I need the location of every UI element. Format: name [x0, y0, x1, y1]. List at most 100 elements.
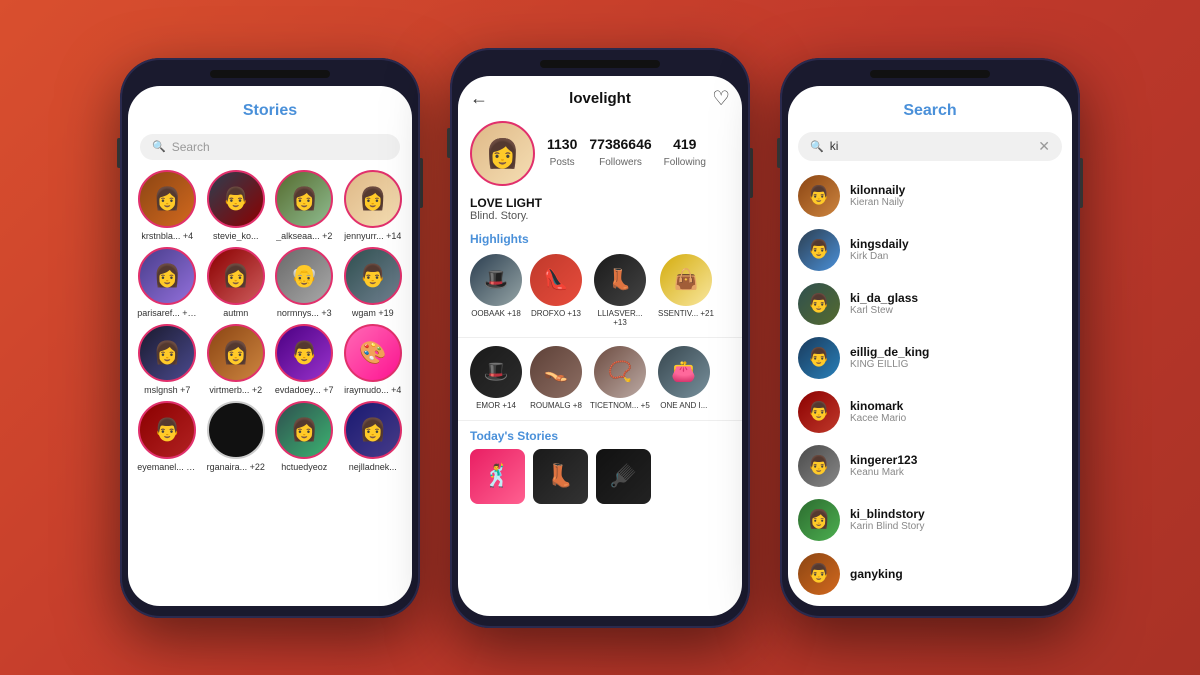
- result-username: ki_da_glass: [850, 291, 918, 305]
- stat-following: 419 Following: [664, 136, 706, 170]
- story-item[interactable]: 👩 parisaref... +40: [136, 247, 199, 318]
- search-result[interactable]: 👨 kilonnaily Kieran Naily: [788, 169, 1072, 223]
- result-info: ki_da_glass Karl Stew: [850, 291, 918, 316]
- heart-icon[interactable]: ♡: [712, 86, 730, 111]
- result-name: Karin Blind Story: [850, 521, 925, 532]
- story-item[interactable]: 🎨 iraymudo... +4: [342, 324, 405, 395]
- result-name: Karl Stew: [850, 305, 918, 316]
- highlight-circle: 🎩: [470, 254, 522, 306]
- story-avatar: 👨: [207, 170, 265, 228]
- screen-left: Stories 🔍 Search 👩 krstnbla... +4 👨 stev…: [128, 86, 412, 606]
- story-item[interactable]: 👨 wgam +19: [342, 247, 405, 318]
- story-avatar: 👩: [207, 324, 265, 382]
- story-avatar: 👩: [207, 247, 265, 305]
- search-icon: 🔍: [810, 140, 824, 153]
- search-result[interactable]: 👩 ki_blindstory Karin Blind Story: [788, 493, 1072, 547]
- search-result[interactable]: 👨 ki_da_glass Karl Stew: [788, 277, 1072, 331]
- search-result[interactable]: 👨 kingsdaily Kirk Dan: [788, 223, 1072, 277]
- highlight-item[interactable]: 📿 TICETNOM... +5: [590, 346, 650, 410]
- today-story-item[interactable]: 🪮: [596, 449, 651, 504]
- story-item[interactable]: 👨 evdadoey... +7: [273, 324, 336, 395]
- profile-avatar: 👩: [470, 121, 535, 186]
- today-story-item[interactable]: 🕺: [470, 449, 525, 504]
- result-username: eillig_de_king: [850, 345, 929, 359]
- story-item[interactable]: 👨 stevie_ko...: [205, 170, 268, 241]
- story-avatar: 👩: [275, 401, 333, 459]
- story-avatar: 👨: [344, 247, 402, 305]
- result-name: Kirk Dan: [850, 251, 909, 262]
- highlight-item[interactable]: 👢 LLIASVER... +13: [590, 254, 650, 327]
- highlight-label: DROFXO +13: [531, 309, 581, 318]
- result-info: ki_blindstory Karin Blind Story: [850, 507, 925, 532]
- phones-container: Stories 🔍 Search 👩 krstnbla... +4 👨 stev…: [100, 28, 1100, 648]
- story-item[interactable]: 👩 mslgnsh +7: [136, 324, 199, 395]
- divider-2: [458, 420, 742, 421]
- story-item[interactable]: 👨 eyemanel... +12: [136, 401, 199, 472]
- profile-header: ← lovelight ♡: [458, 76, 742, 115]
- phone-top-bar-right: [870, 70, 990, 78]
- stat-posts: 1130 Posts: [547, 136, 577, 170]
- story-label: mslgnsh +7: [144, 385, 190, 395]
- search-result[interactable]: 👨 ganyking: [788, 547, 1072, 601]
- search-query-text: ki: [830, 139, 839, 153]
- highlight-item[interactable]: 🎩 EMOR +14: [470, 346, 522, 410]
- result-avatar: 👨: [798, 175, 840, 217]
- highlight-item[interactable]: 👛 ONE AND I...: [658, 346, 710, 410]
- story-label: jennyurr... +14: [344, 231, 401, 241]
- result-username: kingerer123: [850, 453, 917, 467]
- back-arrow-icon[interactable]: ←: [470, 88, 488, 109]
- search-result[interactable]: 👨 kingerer123 Keanu Mark: [788, 439, 1072, 493]
- today-story-item[interactable]: 👢: [533, 449, 588, 504]
- highlight-label: TICETNOM... +5: [590, 401, 650, 410]
- search-icon: 🔍: [152, 140, 166, 153]
- result-name: Kacee Mario: [850, 413, 906, 424]
- posts-count: 1130: [547, 136, 577, 152]
- story-item[interactable]: 👩 jennyurr... +14: [342, 170, 405, 241]
- search-result[interactable]: 👨 eillig_de_king KING EILLIG: [788, 331, 1072, 385]
- second-highlights-section: 🎩 EMOR +14 👡 ROUMALG +8 📿 TICETNOM... +5…: [458, 342, 742, 416]
- search-input-bar[interactable]: 🔍 ki ✕: [798, 132, 1062, 161]
- story-item[interactable]: 👩 krstnbla... +4: [136, 170, 199, 241]
- stories-search-bar[interactable]: 🔍 Search: [140, 134, 400, 160]
- story-item[interactable]: rganaira... +22: [205, 401, 268, 472]
- result-avatar: 👨: [798, 337, 840, 379]
- story-item[interactable]: 👩 hctuedyeoz: [273, 401, 336, 472]
- story-avatar: [207, 401, 265, 459]
- result-info: kinomark Kacee Mario: [850, 399, 906, 424]
- result-avatar: 👩: [798, 499, 840, 541]
- story-label: stevie_ko...: [213, 231, 259, 241]
- phone-right: Search 🔍 ki ✕ 👨 kilonnaily Kieran Naily …: [780, 58, 1080, 618]
- highlight-item[interactable]: 🎩 OOBAAK +18: [470, 254, 522, 327]
- search-title: Search: [903, 102, 956, 119]
- result-username: kinomark: [850, 399, 906, 413]
- story-avatar: 👩: [344, 401, 402, 459]
- result-name: Kieran Naily: [850, 197, 905, 208]
- todays-stories-title: Today's Stories: [458, 425, 742, 449]
- highlights-title: Highlights: [470, 232, 730, 246]
- story-item[interactable]: 👩 autmn: [205, 247, 268, 318]
- result-username: ganyking: [850, 567, 903, 581]
- following-label: Following: [664, 157, 706, 168]
- highlight-item[interactable]: 👠 DROFXO +13: [530, 254, 582, 327]
- story-item[interactable]: 👩 virtmerb... +2: [205, 324, 268, 395]
- result-avatar: 👨: [798, 553, 840, 595]
- screen-right: Search 🔍 ki ✕ 👨 kilonnaily Kieran Naily …: [788, 86, 1072, 606]
- search-result[interactable]: 👨 kinomark Kacee Mario: [788, 385, 1072, 439]
- story-item[interactable]: 👩 nejlladnek...: [342, 401, 405, 472]
- screen-center: ← lovelight ♡ 👩 1130 Posts 77386646 Foll…: [458, 76, 742, 616]
- divider: [458, 337, 742, 338]
- story-item[interactable]: 👩 _alkseaa... +2: [273, 170, 336, 241]
- story-label: evdadoey... +7: [275, 385, 334, 395]
- todays-stories-row: 🕺 👢 🪮: [458, 449, 742, 504]
- clear-search-icon[interactable]: ✕: [1038, 138, 1050, 155]
- story-label: autmn: [223, 308, 248, 318]
- story-avatar: 👩: [344, 170, 402, 228]
- following-count: 419: [664, 136, 706, 152]
- story-avatar: 👩: [138, 247, 196, 305]
- story-label: _alkseaa... +2: [276, 231, 332, 241]
- highlight-item[interactable]: 👜 SSENTIV... +21: [658, 254, 714, 327]
- highlight-item[interactable]: 👡 ROUMALG +8: [530, 346, 582, 410]
- highlight-label: ROUMALG +8: [530, 401, 582, 410]
- stories-title: Stories: [243, 102, 297, 119]
- story-item[interactable]: 👴 normnys... +3: [273, 247, 336, 318]
